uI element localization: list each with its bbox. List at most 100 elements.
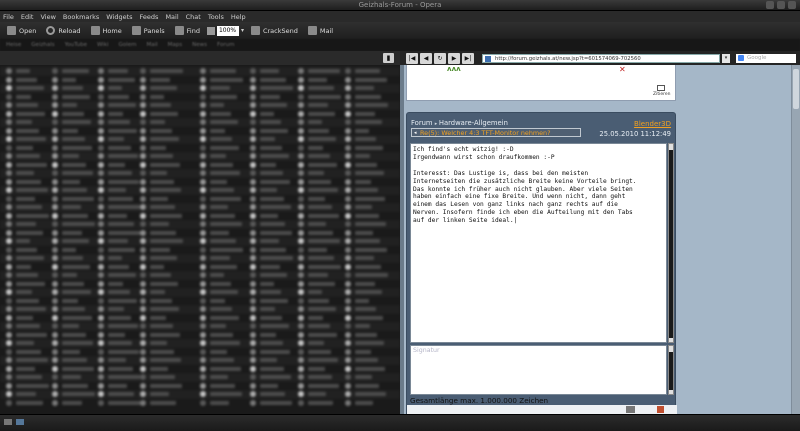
network-icon[interactable]	[16, 419, 24, 425]
tools-icon[interactable]	[4, 419, 12, 425]
address-bar[interactable]: http://forum.geizhals.at/new.jsp?t=60157…	[482, 53, 720, 63]
crack-button[interactable]: CrackSend	[248, 26, 301, 35]
blurred-cell	[150, 120, 165, 124]
blurred-icon	[6, 297, 12, 304]
blurred-cell	[16, 111, 45, 116]
author-link[interactable]: Blender3D	[634, 120, 671, 128]
blurred-cell	[62, 213, 88, 218]
bookmark-item[interactable]: Geizhals	[31, 42, 54, 48]
blurred-cell	[108, 239, 128, 243]
bookmark-item[interactable]: Mail	[146, 42, 157, 48]
blurred-cell	[62, 94, 90, 99]
editor-footer	[407, 405, 677, 414]
smiley-icon[interactable]	[626, 406, 635, 413]
blurred-cell	[210, 111, 231, 116]
bookmark-item[interactable]: Golem	[119, 42, 137, 48]
blurred-row	[0, 373, 400, 382]
bookmark-item[interactable]: Forum	[217, 42, 234, 48]
blurred-cell	[108, 145, 131, 150]
reload-button[interactable]: Reload	[43, 26, 83, 35]
blurred-icon	[200, 110, 206, 117]
blurred-cell	[260, 341, 283, 345]
blurred-icon	[98, 340, 104, 346]
open-button[interactable]: Open	[4, 26, 39, 35]
blurred-icon	[345, 255, 351, 261]
menu-edit[interactable]: Edit	[21, 13, 34, 21]
subject-field[interactable]: ◂ Re(5): Welcher 4:3 TFT-Monitor nehmen?	[411, 128, 581, 137]
blurred-icon	[345, 195, 351, 202]
breadcrumb-category[interactable]: Hardware-Allgemein	[439, 119, 508, 127]
search-input[interactable]: Google	[736, 53, 796, 63]
scrollbar-thumb[interactable]	[669, 150, 673, 338]
edit-icon[interactable]	[657, 406, 664, 413]
menu-help[interactable]: Help	[231, 13, 246, 21]
signature-field[interactable]: Signatur	[410, 345, 667, 395]
blurred-cell	[150, 273, 171, 277]
bookmark-item[interactable]: News	[192, 42, 207, 48]
blurred-cell	[16, 222, 36, 226]
chevron-down-icon[interactable]: ▾	[241, 27, 244, 34]
chevron-down-icon[interactable]: ▾	[722, 53, 730, 63]
blurred-cell	[210, 239, 236, 243]
mail-button[interactable]: Mail	[305, 26, 336, 35]
scrollbar-thumb[interactable]	[669, 352, 673, 390]
blurred-cell	[150, 196, 168, 201]
close-window-button[interactable]	[788, 1, 796, 9]
blurred-cell	[150, 332, 180, 337]
menu-bookmarks[interactable]: Bookmarks	[63, 13, 99, 21]
bookmark-item[interactable]: YouTube	[65, 42, 87, 48]
blurred-cell	[355, 383, 379, 388]
zoom-control[interactable]: 100% ▾	[206, 25, 244, 36]
home-button[interactable]: Home	[88, 26, 125, 35]
blurred-icon	[345, 382, 351, 389]
first-page-button[interactable]: |◀	[406, 52, 418, 64]
blurred-icon	[98, 306, 104, 312]
message-scrollbar[interactable]	[668, 143, 674, 343]
menu-file[interactable]: File	[3, 13, 14, 21]
signature-scrollbar[interactable]	[668, 345, 674, 395]
quote-button[interactable]: Zitieren	[653, 85, 671, 97]
address-text: http://forum.geizhals.at/new.jsp?t=60157…	[495, 55, 641, 62]
bookmark-item[interactable]: Heise	[6, 42, 21, 48]
bookmark-item[interactable]: Maps	[168, 42, 182, 48]
maximize-button[interactable]	[777, 1, 785, 9]
blurred-icon	[298, 382, 304, 389]
blurred-icon	[250, 391, 256, 397]
menu-chat[interactable]: Chat	[186, 13, 201, 21]
message-textarea[interactable]: Ich find's echt witzig! :-D Irgendwann w…	[410, 143, 667, 343]
blurred-cell	[150, 145, 166, 150]
blurred-icon	[52, 161, 58, 168]
breadcrumb-forum[interactable]: Forum	[411, 119, 433, 127]
zoom-field[interactable]: 100%	[216, 25, 239, 36]
blurred-cell	[308, 332, 337, 337]
reload-page-button[interactable]: ↻	[434, 52, 446, 64]
blurred-cell	[62, 290, 91, 294]
scrollbar-thumb[interactable]	[793, 69, 799, 109]
blurred-cell	[108, 94, 129, 99]
blurred-cell	[260, 375, 291, 379]
back-button[interactable]: ◀	[420, 52, 432, 64]
blurred-icon	[6, 93, 12, 100]
last-page-button[interactable]: ▶|	[462, 52, 474, 64]
crack-icon	[250, 26, 260, 35]
close-panel-button[interactable]: ▮	[383, 53, 394, 63]
blurred-cell	[62, 358, 87, 362]
menu-view[interactable]: View	[40, 13, 55, 21]
menu-tools[interactable]: Tools	[208, 13, 224, 21]
menu-widgets[interactable]: Widgets	[106, 13, 132, 21]
menu-mail[interactable]: Mail	[165, 13, 178, 21]
blurred-icon	[98, 280, 104, 287]
panels-button[interactable]: Panels	[129, 26, 168, 35]
minimize-button[interactable]	[766, 1, 774, 9]
blurred-icon	[200, 170, 206, 176]
blurred-cell	[62, 69, 89, 73]
find-button[interactable]: Find	[172, 26, 203, 35]
page-scrollbar[interactable]	[791, 65, 800, 414]
forward-button[interactable]: ▶	[448, 52, 460, 64]
blurred-cell	[210, 188, 234, 192]
blurred-icon	[200, 93, 206, 100]
blurred-cell	[108, 400, 141, 405]
blurred-icon	[200, 365, 206, 372]
menu-feeds[interactable]: Feeds	[140, 13, 159, 21]
bookmark-item[interactable]: Wiki	[97, 42, 109, 48]
